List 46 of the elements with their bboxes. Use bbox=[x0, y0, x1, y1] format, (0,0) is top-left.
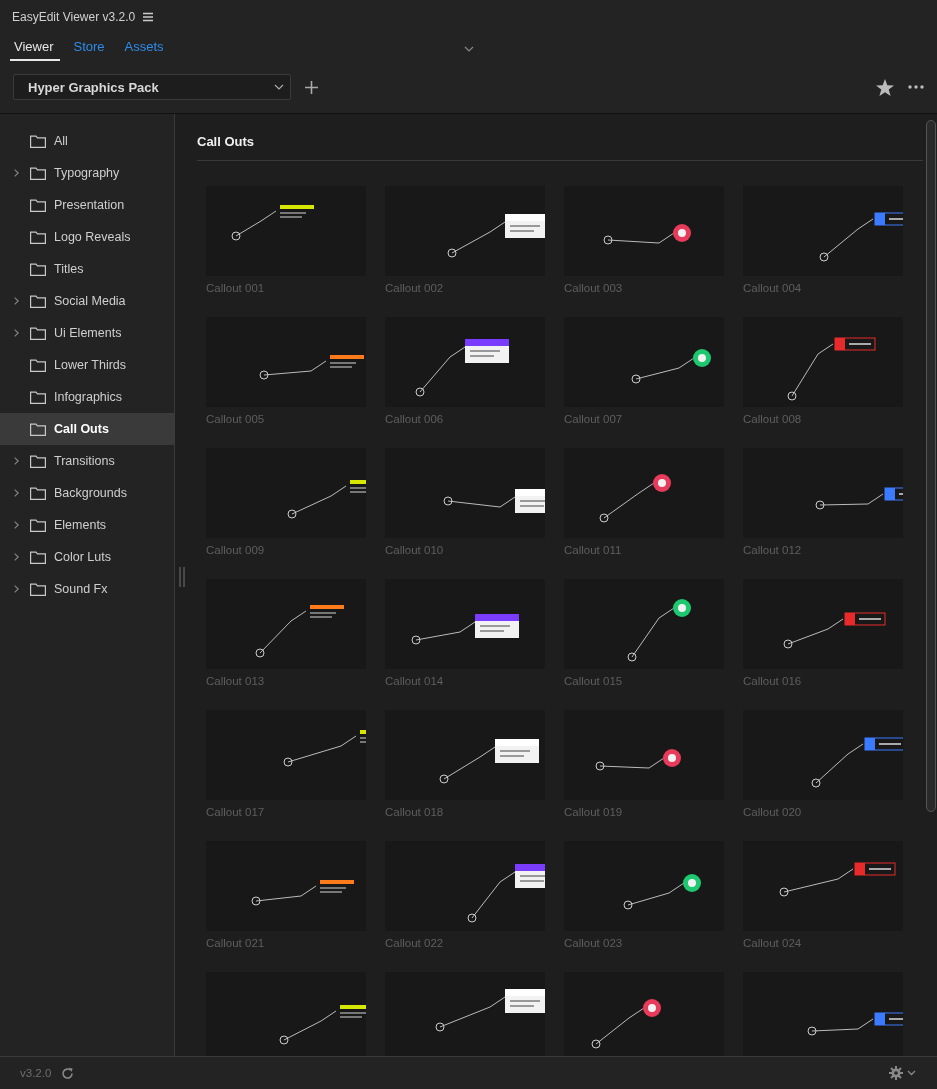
thumbnail-caption: Callout 019 bbox=[564, 806, 624, 818]
thumbnail-caption: Callout 012 bbox=[743, 544, 803, 556]
category-item[interactable]: Social Media bbox=[0, 285, 174, 317]
category-item[interactable]: All bbox=[0, 125, 174, 157]
pack-dropdown[interactable]: Hyper Graphics Pack bbox=[13, 74, 291, 100]
thumbnail-caption: Callout 006 bbox=[385, 413, 445, 425]
category-item[interactable]: Call Outs bbox=[0, 413, 174, 445]
version-label: v3.2.0 bbox=[20, 1067, 52, 1079]
category-item[interactable]: Color Luts bbox=[0, 541, 174, 573]
category-item[interactable]: Titles bbox=[0, 253, 174, 285]
category-item[interactable]: Elements bbox=[0, 509, 174, 541]
category-item[interactable]: Logo Reveals bbox=[0, 221, 174, 253]
thumbnail-caption: Callout 010 bbox=[385, 544, 445, 556]
thumbnail-caption: Callout 009 bbox=[206, 544, 266, 556]
thumbnail-caption: Callout 018 bbox=[385, 806, 445, 818]
tab[interactable]: Viewer bbox=[10, 39, 60, 61]
thumbnail-caption: Callout 021 bbox=[206, 937, 266, 949]
thumbnail-caption: Callout 022 bbox=[385, 937, 445, 949]
thumbnail-caption: Callout 015 bbox=[564, 675, 624, 687]
thumbnail-caption: Callout 014 bbox=[385, 675, 445, 687]
thumbnail-caption: Callout 005 bbox=[206, 413, 266, 425]
category-item[interactable]: Infographics bbox=[0, 381, 174, 413]
window-title: EasyEdit Viewer v3.2.0 bbox=[12, 9, 136, 24]
thumbnail-caption: Callout 011 bbox=[564, 544, 623, 556]
thumbnail-caption: Callout 004 bbox=[743, 282, 803, 294]
thumbnail-caption: Callout 024 bbox=[743, 937, 803, 949]
category-item[interactable]: Transitions bbox=[0, 445, 174, 477]
thumbnail-caption: Callout 002 bbox=[385, 282, 445, 294]
tab[interactable]: Assets bbox=[120, 39, 170, 61]
thumbnail-caption: Callout 003 bbox=[564, 282, 624, 294]
tab[interactable]: Store bbox=[69, 39, 111, 61]
thumbnail-caption: Callout 017 bbox=[206, 806, 266, 818]
category-item[interactable]: Typography bbox=[0, 157, 174, 189]
category-item[interactable]: Ui Elements bbox=[0, 317, 174, 349]
thumbnail-caption: Callout 008 bbox=[743, 413, 803, 425]
thumbnail-caption: Callout 016 bbox=[743, 675, 803, 687]
category-item[interactable]: Lower Thirds bbox=[0, 349, 174, 381]
category-item[interactable]: Presentation bbox=[0, 189, 174, 221]
category-item[interactable]: Sound Fx bbox=[0, 573, 174, 605]
category-item[interactable]: Backgrounds bbox=[0, 477, 174, 509]
thumbnail-caption: Callout 023 bbox=[564, 937, 624, 949]
thumbnail-caption: Callout 020 bbox=[743, 806, 803, 818]
thumbnail-caption: Callout 007 bbox=[564, 413, 624, 425]
section-heading: Call Outs bbox=[197, 134, 255, 149]
thumbnail-caption: Callout 001 bbox=[206, 282, 266, 294]
thumbnail-caption: Callout 013 bbox=[206, 675, 266, 687]
